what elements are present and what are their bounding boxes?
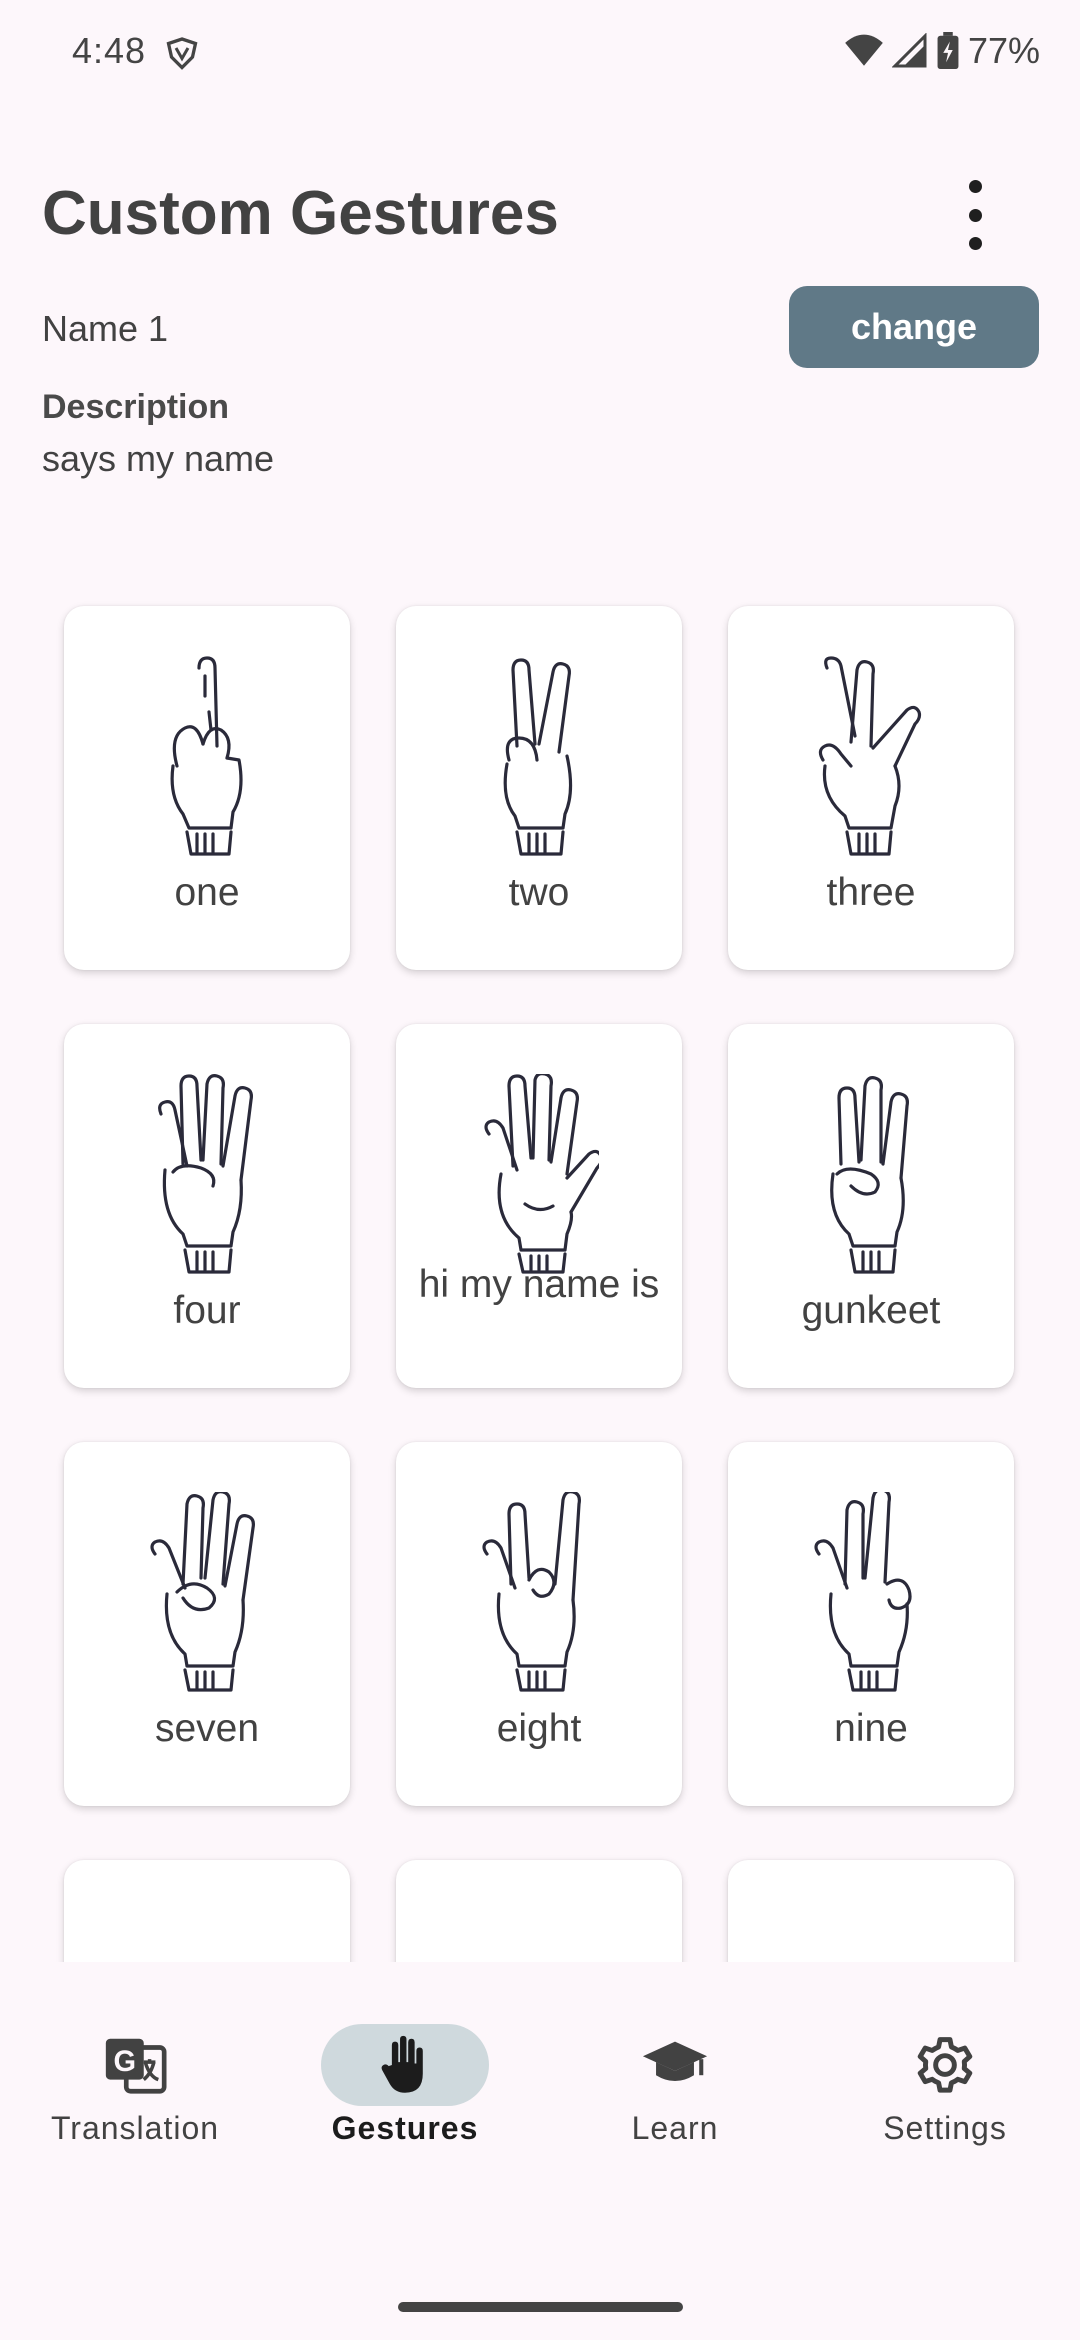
status-time: 4:48 [72,30,147,71]
nav-label: Learn [631,2110,719,2146]
change-button[interactable]: change [789,286,1039,368]
gesture-label: seven [154,1707,260,1750]
more-options-icon[interactable] [955,180,995,250]
status-icons: 77% [844,30,1040,72]
hand-icon [381,2035,423,2093]
gesture-card-nine[interactable]: nine [728,1442,1014,1806]
nav-label: Settings [883,2110,1007,2146]
battery-percent: 77% [967,30,1040,71]
gesture-label: hi my name is [418,1263,660,1306]
gear-icon [917,2037,973,2093]
nav-item-translation[interactable]: G Translation [0,1992,270,2162]
gesture-card[interactable] [64,1860,350,1962]
home-indicator[interactable] [398,2302,683,2312]
nav-item-learn[interactable]: Learn [540,1992,810,2162]
gesture-card[interactable] [728,1860,1014,1962]
gesture-label: one [174,871,240,914]
nav-item-gestures[interactable]: Gestures [270,1992,540,2162]
graduation-cap-icon [642,2041,708,2082]
gesture-name: Name 1 [42,308,169,349]
page-title: Custom Gestures [42,179,559,248]
gesture-card[interactable] [396,1860,682,1962]
seven-hand-icon [150,1492,255,1692]
status-bar: 4:48 77% [0,0,1080,110]
fist-hand-icon [147,1910,267,1962]
pinky-hand-icon [479,1910,599,1962]
crossed-fingers-hand-icon [830,1076,909,1274]
eight-hand-icon [482,1492,581,1692]
nav-item-settings[interactable]: Settings [810,1992,1080,2162]
vpn-shield-icon [166,37,198,70]
gesture-card-three[interactable]: three [728,606,1014,970]
translate-icon: G [105,2038,167,2094]
gesture-card-one[interactable]: one [64,606,350,970]
gesture-card-hi-my-name-is[interactable]: hi my name is [396,1024,682,1388]
battery-charging-icon [937,32,959,70]
nav-label: Translation [50,2110,220,2146]
four-finger-hand-icon [158,1074,253,1274]
gesture-card-gunkeet[interactable]: gunkeet [728,1024,1014,1388]
nav-label: Gestures [331,2110,479,2146]
gesture-card-two[interactable]: two [396,606,682,970]
gesture-grid: one two three four hi my name is gunkeet… [0,580,1080,1962]
gesture-label: four [173,1289,241,1332]
bottom-navigation: G Translation Gestures Learn Settings [0,1962,1080,2182]
gesture-label: two [508,871,570,914]
three-finger-hand-icon [818,656,922,856]
gesture-label: nine [834,1707,908,1750]
nine-hand-icon [814,1492,912,1692]
open-hand-icon [484,1074,599,1274]
gesture-label: eight [496,1707,582,1750]
wifi-icon [845,34,883,66]
description-label: Description [42,388,230,426]
gesture-label: gunkeet [801,1289,941,1332]
one-finger-hand-icon [170,656,243,856]
svg-text:G: G [113,2046,136,2078]
two-finger-hand-icon [503,658,573,856]
gesture-card-four[interactable]: four [64,1024,350,1388]
gesture-card-eight[interactable]: eight [396,1442,682,1806]
point-hand-icon [811,1910,931,1962]
signal-icon [891,33,927,68]
gesture-label: three [826,871,916,914]
description-text: says my name [42,438,275,479]
gesture-card-seven[interactable]: seven [64,1442,350,1806]
